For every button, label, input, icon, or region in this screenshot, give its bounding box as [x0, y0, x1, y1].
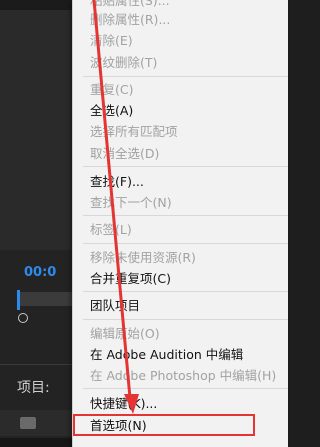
- annotation-arrow-icon: [92, 0, 139, 414]
